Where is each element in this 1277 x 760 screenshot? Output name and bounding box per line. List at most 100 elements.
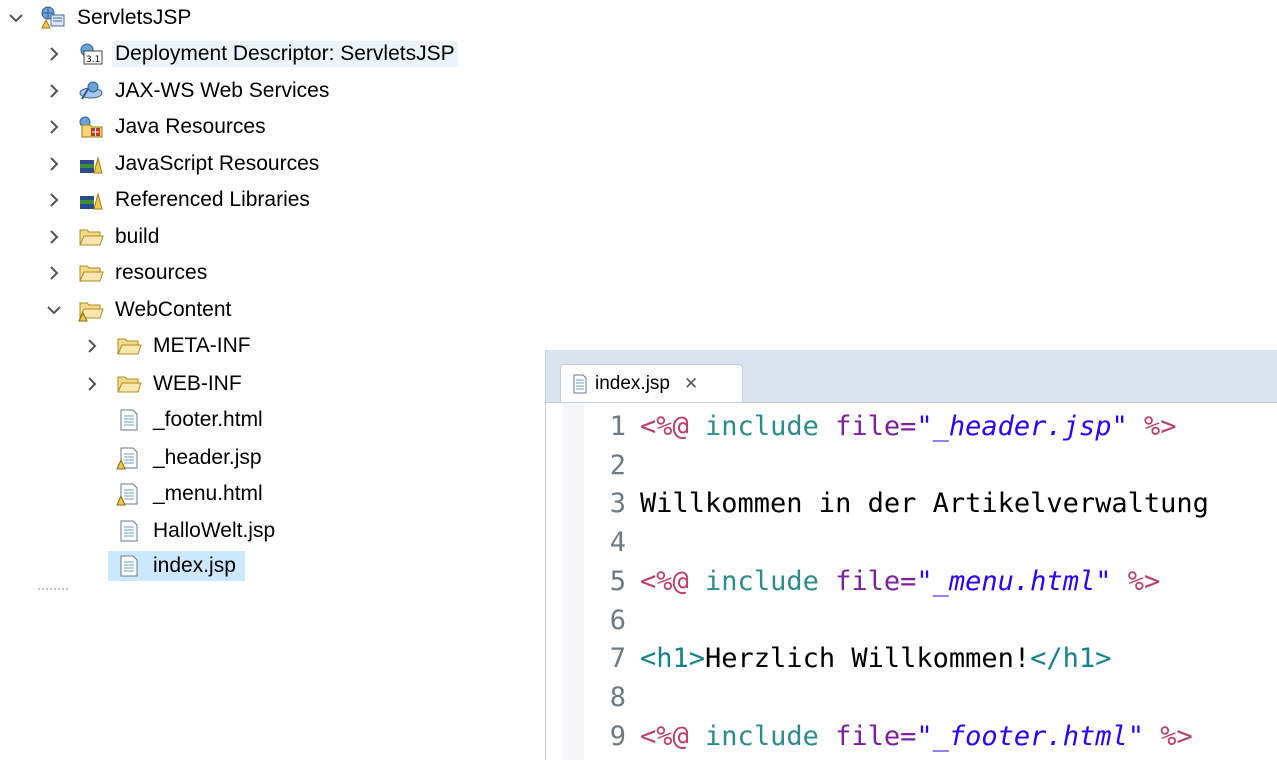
- line-number: 8: [609, 682, 626, 713]
- tree-label: META-INF: [153, 334, 251, 357]
- folder-icon: [78, 261, 104, 285]
- folder-icon: [116, 372, 142, 396]
- tree-label: build: [115, 225, 160, 248]
- partial-hidden-row: [38, 588, 68, 593]
- library-books-icon: [78, 188, 104, 212]
- line-number: 1: [609, 411, 626, 442]
- code-line: 7 <h1> Herzlich Willkommen! </h1>: [586, 639, 1112, 678]
- chevron-down-icon[interactable]: [44, 300, 64, 320]
- tree-node-referenced-libraries[interactable]: Referenced Libraries: [44, 185, 313, 215]
- tree-label: Java Resources: [115, 115, 266, 138]
- code-line: 3 Willkommen in der Artikelverwaltung: [586, 484, 1209, 523]
- code-line: 9 <%@ include file= "_footer.html" %>: [586, 717, 1193, 756]
- html-tag-open: <h1>: [640, 643, 706, 674]
- chevron-right-icon[interactable]: [82, 374, 102, 394]
- tree-label: _header.jsp: [153, 446, 262, 469]
- tree-node-web-inf[interactable]: WEB-INF: [82, 369, 245, 399]
- tree-node-meta-inf[interactable]: META-INF: [82, 331, 254, 361]
- code-line: 8: [586, 678, 640, 717]
- file-icon: [116, 408, 142, 432]
- web-services-icon: [78, 79, 104, 103]
- deployment-descriptor-icon: 3.1: [78, 42, 104, 66]
- tab-index-jsp[interactable]: index.jsp ✕: [560, 364, 743, 402]
- tree-node-java-resources[interactable]: Java Resources: [44, 112, 269, 142]
- text-content: Herzlich Willkommen!: [705, 643, 1031, 674]
- file-icon: [116, 519, 142, 543]
- tree-node-header-jsp[interactable]: _header.jsp: [116, 443, 265, 473]
- file-icon: [116, 554, 142, 578]
- jsp-directive-close: %>: [1160, 721, 1193, 752]
- tree-label: resources: [115, 261, 208, 284]
- tree-node-javascript-resources[interactable]: JavaScript Resources: [44, 149, 322, 179]
- line-number: 5: [609, 566, 626, 597]
- tree-node-menu-html[interactable]: _menu.html: [116, 479, 266, 509]
- tree-node-webcontent[interactable]: WebContent: [44, 295, 234, 325]
- chevron-right-icon[interactable]: [44, 117, 64, 137]
- chevron-right-icon[interactable]: [44, 263, 64, 283]
- directive-keyword: include: [705, 721, 819, 752]
- tree-label: Deployment Descriptor: ServletsJSP: [112, 41, 458, 67]
- chevron-right-icon[interactable]: [44, 44, 64, 64]
- directive-keyword: include: [705, 411, 819, 442]
- attribute-name: file=: [835, 721, 917, 752]
- jsp-directive-close: %>: [1127, 566, 1161, 597]
- code-line: 4: [586, 523, 640, 562]
- code-line: 1 <%@ include file= "_header.jsp" %>: [586, 407, 1177, 446]
- chevron-right-icon[interactable]: [82, 336, 102, 356]
- close-icon[interactable]: ✕: [684, 374, 698, 394]
- code-line: 6: [586, 601, 640, 640]
- tree-label: WEB-INF: [153, 372, 242, 395]
- editor-tab-bar: index.jsp ✕: [546, 350, 1277, 403]
- project-label: ServletsJSP: [77, 6, 192, 29]
- jsp-directive-close: %>: [1143, 411, 1177, 442]
- tree-label: _menu.html: [153, 482, 263, 505]
- tree-node-project[interactable]: ServletsJSP: [6, 3, 194, 33]
- tree-label: HalloWelt.jsp: [153, 519, 276, 542]
- tree-node-build[interactable]: build: [44, 222, 162, 252]
- tree-node-hallowelt-jsp[interactable]: HalloWelt.jsp: [116, 516, 278, 546]
- editor-ruler: [563, 403, 584, 760]
- attribute-value: "_footer.html": [916, 721, 1144, 752]
- tree-node-footer-html[interactable]: _footer.html: [116, 405, 266, 435]
- attribute-name: file=: [835, 411, 917, 442]
- folder-warning-icon: [78, 298, 104, 322]
- chevron-right-icon[interactable]: [44, 190, 64, 210]
- chevron-right-icon[interactable]: [44, 154, 64, 174]
- tree-label: Referenced Libraries: [115, 188, 310, 211]
- file-warning-icon: [116, 446, 142, 470]
- attribute-value: "_menu.html": [916, 566, 1112, 597]
- tab-label: index.jsp: [595, 372, 670, 394]
- line-number: 3: [609, 488, 626, 519]
- line-number: 4: [609, 527, 626, 558]
- chevron-right-icon[interactable]: [44, 227, 64, 247]
- chevron-down-icon[interactable]: [6, 8, 26, 28]
- tree-node-resources[interactable]: resources: [44, 258, 210, 288]
- code-line: 2: [586, 446, 640, 485]
- tree-node-index-jsp[interactable]: index.jsp: [108, 551, 245, 581]
- jsp-directive-open: <%@: [640, 566, 689, 597]
- text-content: Willkommen in der Artikelverwaltung: [640, 488, 1209, 519]
- file-icon: [571, 374, 589, 394]
- line-number: 2: [609, 450, 626, 481]
- html-tag-close: </h1>: [1030, 643, 1112, 674]
- chevron-right-icon[interactable]: [44, 81, 64, 101]
- line-number: 6: [609, 605, 626, 636]
- tree-node-jaxws[interactable]: JAX-WS Web Services: [44, 76, 332, 106]
- file-warning-icon: [116, 482, 142, 506]
- line-number: 7: [609, 643, 626, 674]
- code-area[interactable]: 1 <%@ include file= "_header.jsp" %> 2 3 Wi…: [546, 403, 1277, 760]
- java-resources-icon: [78, 115, 104, 139]
- directive-keyword: include: [705, 566, 819, 597]
- svg-text:3.1: 3.1: [86, 55, 100, 65]
- tree-label: JavaScript Resources: [115, 152, 320, 175]
- tree-node-deployment-descriptor[interactable]: 3.1 Deployment Descriptor: ServletsJSP: [44, 39, 458, 69]
- line-number: 9: [609, 721, 626, 752]
- tree-label: WebContent: [115, 298, 232, 321]
- jsp-directive-open: <%@: [640, 721, 689, 752]
- folder-icon: [78, 225, 104, 249]
- tree-label: JAX-WS Web Services: [115, 79, 330, 102]
- attribute-name: file=: [835, 566, 917, 597]
- attribute-value: "_header.jsp": [916, 411, 1128, 442]
- code-line: 5 <%@ include file= "_menu.html" %>: [586, 562, 1161, 601]
- code-editor: index.jsp ✕ 1 <%@ include file= "_header.j…: [545, 350, 1277, 760]
